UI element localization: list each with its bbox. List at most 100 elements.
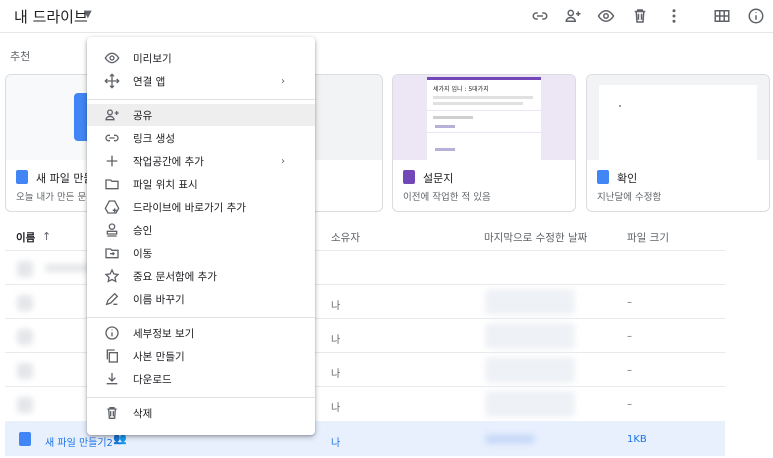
menu-item-download[interactable]: 다운로드	[87, 368, 315, 390]
add-person-icon[interactable]	[561, 4, 585, 28]
card-subtitle: 지난달에 수정함	[597, 192, 662, 203]
menu-item-label: 삭제	[133, 407, 153, 420]
menu-item-move[interactable]: 이동	[87, 242, 315, 264]
form-line	[435, 125, 455, 128]
menu-item-rename[interactable]: 이름 바꾸기	[87, 288, 315, 310]
column-header-size[interactable]: 파일 크기	[627, 230, 669, 245]
grid-view-icon[interactable]	[710, 4, 734, 28]
eye-icon[interactable]	[594, 4, 618, 28]
menu-item-label: 다운로드	[133, 373, 172, 386]
owner-cell: 나	[331, 335, 341, 346]
form-line	[433, 96, 533, 99]
menu-item-label: 링크 생성	[133, 132, 175, 145]
form-preview-title: 세가지 입니 : 5대가지	[433, 86, 489, 93]
menu-item-add-shortcut[interactable]: 드라이브에 바로가기 추가	[87, 196, 315, 218]
file-icon	[17, 261, 33, 277]
link-icon	[103, 129, 121, 147]
modified-blurred	[485, 391, 575, 417]
column-header-modified[interactable]: 마지막으로 수정한 날짜	[484, 230, 587, 245]
suggested-card[interactable]: 세가지 입니 : 5대가지 설문지 이전에 작업한 적 있음	[392, 74, 576, 212]
menu-item-preview[interactable]: 미리보기	[87, 47, 315, 69]
menu-item-label: 작업공간에 추가	[133, 155, 204, 168]
size-cell: –	[627, 399, 632, 410]
column-header-name[interactable]: 이름	[16, 230, 35, 245]
owner-cell: 나	[331, 301, 341, 312]
context-menu: 미리보기 연결 앱 › 공유 링크 생성 작업공간에 추가 › 파일 위치 표시…	[87, 37, 315, 435]
owner-cell: 나	[331, 369, 341, 380]
size-cell: –	[627, 365, 632, 376]
file-name: 새 파일 만들기2	[45, 438, 113, 449]
modified-blurred	[485, 323, 575, 349]
menu-divider	[87, 99, 315, 100]
trash-icon[interactable]	[628, 4, 652, 28]
docs-icon	[16, 170, 28, 184]
menu-item-label: 파일 위치 표시	[133, 178, 198, 191]
menu-item-label: 승인	[133, 224, 153, 237]
doc-dot	[619, 105, 621, 107]
menu-item-label: 공유	[133, 109, 153, 122]
file-icon	[17, 397, 33, 413]
approval-icon	[103, 221, 121, 239]
trash-icon	[103, 404, 121, 422]
form-line	[433, 102, 523, 105]
file-icon	[17, 363, 33, 379]
copy-icon	[103, 347, 121, 365]
info-icon[interactable]	[744, 4, 768, 28]
add-person-icon	[103, 106, 121, 124]
link-icon[interactable]	[528, 4, 552, 28]
menu-item-label: 이름 바꾸기	[133, 293, 185, 306]
menu-item-add-starred[interactable]: 중요 문서함에 추가	[87, 265, 315, 287]
menu-item-details[interactable]: 세부정보 보기	[87, 322, 315, 344]
more-vert-icon[interactable]	[662, 4, 686, 28]
move-to-icon	[103, 244, 121, 262]
arrow-up-icon[interactable]: ↑	[42, 230, 51, 243]
pencil-icon	[103, 290, 121, 308]
page-title[interactable]: 내 드라이브	[14, 6, 88, 27]
folder-icon	[103, 175, 121, 193]
menu-item-label: 세부정보 보기	[133, 327, 195, 340]
menu-item-label: 드라이브에 바로가기 추가	[133, 201, 246, 214]
menu-item-add-to-workspace[interactable]: 작업공간에 추가 ›	[87, 150, 315, 172]
size-cell: –	[627, 297, 632, 308]
top-bar: 내 드라이브 ▼	[0, 0, 773, 33]
star-icon	[103, 267, 121, 285]
menu-divider	[87, 397, 315, 398]
card-subtitle: 이전에 작업한 적 있음	[403, 192, 491, 203]
file-icon	[17, 295, 33, 311]
menu-item-label: 미리보기	[133, 52, 172, 65]
menu-item-label: 이동	[133, 247, 153, 260]
docs-icon	[597, 170, 609, 184]
menu-item-open-with[interactable]: 연결 앱 ›	[87, 70, 315, 92]
card-title: 설문지	[423, 172, 454, 185]
menu-item-label: 사본 만들기	[133, 350, 185, 363]
form-divider	[427, 132, 541, 133]
move-icon	[103, 72, 121, 90]
size-cell: –	[627, 331, 632, 342]
owner-cell: 나	[331, 438, 341, 449]
file-icon	[17, 329, 33, 345]
size-cell: 1KB	[627, 434, 647, 445]
menu-item-show-location[interactable]: 파일 위치 표시	[87, 173, 315, 195]
menu-item-share[interactable]: 공유	[87, 104, 315, 126]
form-line	[435, 148, 455, 151]
chevron-right-icon: ›	[281, 75, 285, 87]
form-divider	[427, 110, 541, 111]
card-subtitle: 오늘 내가 만든 문서	[16, 192, 95, 203]
forms-icon	[403, 170, 415, 184]
menu-item-make-copy[interactable]: 사본 만들기	[87, 345, 315, 367]
suggested-label: 추천	[10, 50, 31, 63]
owner-cell: 나	[331, 403, 341, 414]
eye-icon	[103, 49, 121, 67]
chevron-down-icon[interactable]: ▼	[84, 9, 92, 20]
menu-item-approval[interactable]: 승인	[87, 219, 315, 241]
docs-icon	[19, 432, 31, 446]
drive-shortcut-icon	[103, 198, 121, 216]
form-line	[433, 116, 473, 119]
column-header-owner[interactable]: 소유자	[331, 230, 360, 245]
menu-item-get-link[interactable]: 링크 생성	[87, 127, 315, 149]
modified-blurred	[485, 434, 535, 444]
menu-item-delete[interactable]: 삭제	[87, 402, 315, 424]
menu-item-label: 중요 문서함에 추가	[133, 270, 217, 283]
info-icon	[103, 324, 121, 342]
suggested-card[interactable]: 확인 지난달에 수정함	[586, 74, 770, 212]
